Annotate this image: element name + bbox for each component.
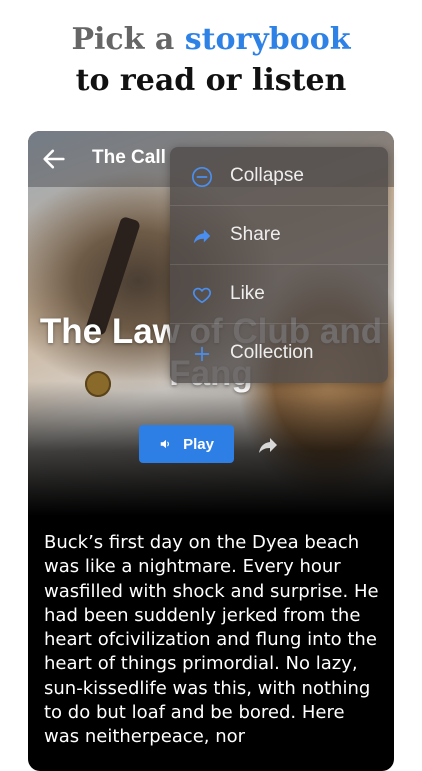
promo-accent-word: storybook [184,22,351,57]
plus-icon [194,346,210,362]
speaker-icon [160,439,170,449]
menu-item-like[interactable]: Like [170,265,388,324]
collapse-icon [192,167,212,187]
menu-item-collection[interactable]: Collection [170,324,388,383]
promo-prefix: Pick a [71,22,175,57]
play-button[interactable]: Play [139,425,234,463]
share-icon [193,229,211,244]
back-arrow-icon[interactable] [40,145,68,173]
screen-title: The Call [92,147,166,168]
heart-icon [193,287,211,304]
promo-headline-line1: Pick a storybook [0,20,422,60]
promo-headline-line2: to read or listen [75,63,347,98]
menu-item-collapse[interactable]: Collapse [170,147,388,206]
menu-item-label: Collapse [230,165,304,186]
context-menu: Collapse Share Like Collection [170,147,388,383]
menu-item-share[interactable]: Share [170,206,388,265]
menu-item-label: Share [230,224,281,245]
story-text: Buck’s first day on the Dyea beach was l… [44,532,379,748]
play-label: Play [183,435,214,453]
menu-item-label: Like [230,283,265,304]
menu-item-label: Collection [230,342,314,363]
share-icon[interactable] [256,433,280,457]
